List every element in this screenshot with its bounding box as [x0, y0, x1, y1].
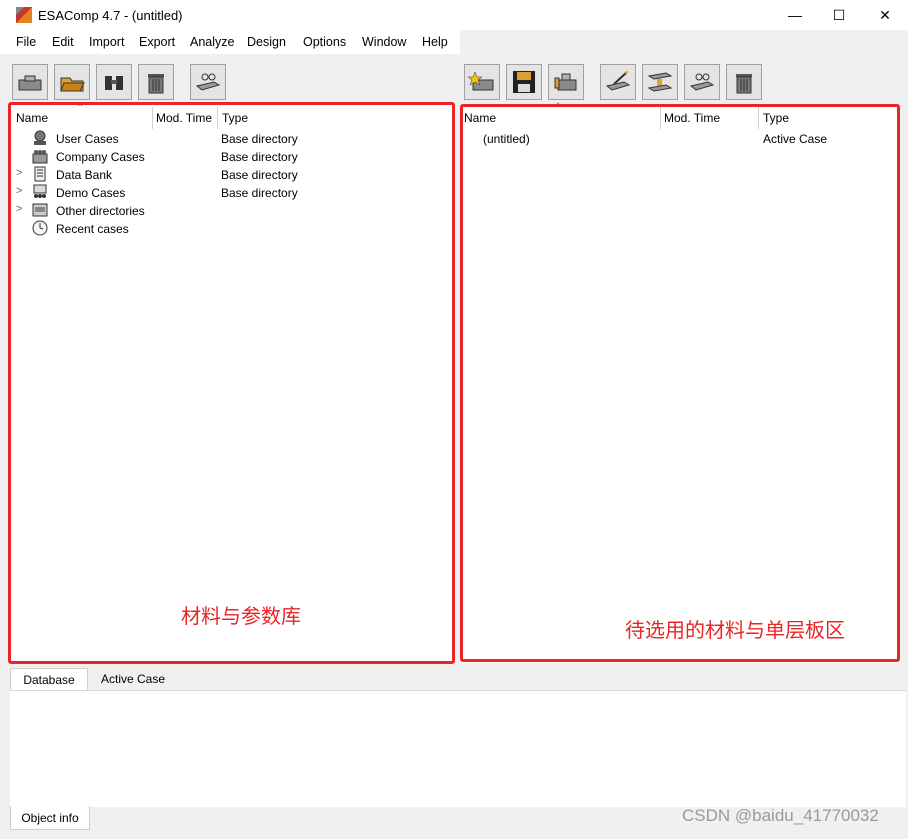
annotation-box-left	[8, 102, 455, 664]
open-folder-button[interactable]	[54, 64, 90, 100]
annotation-label-left: 材料与参数库	[181, 606, 301, 628]
tab-active-case[interactable]: Active Case	[92, 668, 174, 690]
view-glasses-icon	[195, 73, 221, 91]
laminate-edit-button[interactable]	[600, 64, 636, 100]
menu-design[interactable]: Design	[247, 35, 286, 49]
trash-icon	[736, 74, 752, 94]
ply-stack-icon	[647, 72, 673, 92]
save-button[interactable]	[506, 64, 542, 100]
tab-object-info[interactable]: Object info	[10, 806, 90, 830]
find-button[interactable]	[96, 64, 132, 100]
minimize-button[interactable]: —	[772, 0, 818, 30]
menu-export[interactable]: Export	[139, 35, 175, 49]
title-bar: ESAComp 4.7 - (untitled) — ☐ ✕	[0, 0, 908, 30]
app-logo-icon	[16, 7, 32, 23]
save-disk-icon	[513, 71, 535, 93]
tab-database[interactable]: Database	[10, 668, 88, 690]
close-button[interactable]: ✕	[862, 0, 908, 30]
annotation-label-right: 待选用的材料与单层板区	[625, 620, 845, 642]
object-info-area	[10, 690, 906, 807]
window-title: ESAComp 4.7 - (untitled)	[38, 8, 183, 23]
maximize-button[interactable]: ☐	[816, 0, 862, 30]
delete-button-right[interactable]	[726, 64, 762, 100]
menu-edit[interactable]: Edit	[52, 35, 74, 49]
menu-file[interactable]: File	[16, 35, 36, 49]
menu-import[interactable]: Import	[89, 35, 124, 49]
menu-options[interactable]: Options	[303, 35, 346, 49]
menu-analyze[interactable]: Analyze	[190, 35, 234, 49]
menu-bar: File Edit Import Export Analyze Design O…	[0, 30, 460, 54]
open-case-button[interactable]	[12, 64, 48, 100]
database-toolbar	[8, 62, 454, 102]
delete-button[interactable]	[138, 64, 174, 100]
open-folder-icon	[60, 77, 85, 92]
background-strip	[908, 0, 916, 839]
open-case-icon	[18, 75, 42, 91]
menu-window[interactable]: Window	[362, 35, 406, 49]
watermark: CSDN @baidu_41770032	[682, 806, 879, 825]
binoculars-icon	[105, 76, 123, 90]
view-button-right[interactable]	[684, 64, 720, 100]
edit-object-icon	[554, 73, 577, 91]
annotation-box-right	[460, 104, 900, 662]
active-case-toolbar	[460, 62, 908, 102]
laminate-edit-icon	[605, 71, 631, 91]
edit-object-button[interactable]	[548, 64, 584, 100]
view-button[interactable]	[190, 64, 226, 100]
new-object-icon	[468, 71, 494, 91]
app-window: ESAComp 4.7 - (untitled) — ☐ ✕ File Edit…	[0, 0, 909, 839]
view-glasses-icon	[689, 73, 715, 91]
ply-stack-button[interactable]	[642, 64, 678, 100]
trash-icon	[148, 74, 164, 94]
menu-help[interactable]: Help	[422, 35, 448, 49]
new-object-button[interactable]	[464, 64, 500, 100]
